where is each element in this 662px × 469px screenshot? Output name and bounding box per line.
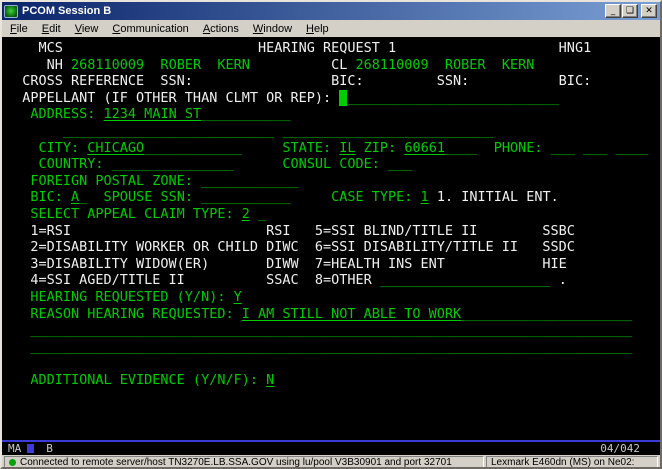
terminal-text: SELECT APPEAL CLAIM TYPE: — [6, 206, 242, 222]
terminal-text: ADDITIONAL EVIDENCE (Y/N/F): — [6, 372, 266, 388]
terminal-row: BIC: A_ SPOUSE SSN: ___________ CASE TYP… — [6, 189, 660, 206]
menu-item-view[interactable]: View — [68, 21, 106, 37]
terminal-text: A — [71, 189, 79, 205]
terminal-text: ZIP: — [356, 140, 405, 156]
terminal-text: _ SPOUSE SSN: ___________ CASE TYPE: — [79, 189, 420, 205]
menu-item-actions[interactable]: Actions — [196, 21, 246, 37]
terminal-text: MCS HEARING REQUEST 1 HNG1 — [6, 40, 591, 56]
terminal-text: 1234 MAIN ST — [104, 106, 202, 122]
connection-status-text: Connected to remote server/host TN3270E.… — [20, 457, 452, 468]
terminal-text: 1=RSI RSI 5=SSI BLIND/TITLE II SSBC — [6, 223, 575, 239]
menu-item-help[interactable]: Help — [299, 21, 336, 37]
terminal-row — [6, 405, 660, 422]
connection-status-panel: Connected to remote server/host TN3270E.… — [4, 456, 484, 469]
oia-session: B — [46, 442, 53, 455]
terminal-row: CITY: CHICAGO____________ STATE: IL ZIP:… — [6, 140, 660, 157]
menu-item-communication[interactable]: Communication — [105, 21, 195, 37]
terminal-row: REASON HEARING REQUESTED: I AM STILL NOT… — [6, 306, 660, 323]
app-icon — [4, 5, 18, 18]
terminal-text: I AM STILL NOT ABLE TO WORK — [242, 306, 461, 322]
terminal-text: _ — [250, 206, 266, 222]
terminal-screen[interactable]: MCS HEARING REQUEST 1 HNG1 NH 268110009 … — [2, 37, 660, 440]
terminal-text: ADDRESS: — [6, 106, 104, 122]
terminal-row: APPELLANT (IF OTHER THAN CLMT OR REP): _… — [6, 90, 660, 107]
menu-item-edit[interactable]: Edit — [35, 21, 68, 37]
terminal-text: 4=SSI AGED/TITLE II SSAC 8=OTHER — [6, 272, 380, 288]
status-bar: Connected to remote server/host TN3270E.… — [2, 455, 660, 469]
connected-icon — [9, 459, 16, 466]
terminal-row: ADDITIONAL EVIDENCE (Y/N/F): N — [6, 372, 660, 389]
terminal-text: CITY: — [6, 140, 87, 156]
terminal-text: HEARING REQUESTED (Y/N): — [6, 289, 234, 305]
terminal-text: _____________________ — [380, 272, 551, 288]
terminal-row — [6, 388, 660, 405]
terminal-text: ____________ STATE: — [144, 140, 339, 156]
terminal-row: 3=DISABILITY WIDOW(ER) DIWW 7=HEALTH INS… — [6, 256, 660, 273]
terminal-text: ________________________________________… — [6, 322, 632, 338]
oia-bar: MA B 04/042 — [2, 440, 660, 455]
terminal-text: APPELLANT (IF OTHER THAN CLMT OR REP): — [6, 90, 339, 106]
terminal-row: ________________________________________… — [6, 339, 660, 356]
terminal-text: 268110009 ROBER KERN — [356, 57, 535, 73]
maximize-button[interactable]: ❏ — [622, 4, 638, 18]
menu-item-file[interactable]: File — [3, 21, 35, 37]
terminal-row: FOREIGN POSTAL ZONE: ____________ — [6, 173, 660, 190]
terminal-row: ________________________________________… — [6, 322, 660, 339]
terminal-text: 1. INITIAL ENT. — [429, 189, 559, 205]
terminal-text: N — [266, 372, 274, 388]
oia-cursor-position: 04/042 — [600, 442, 640, 455]
terminal-row: 1=RSI RSI 5=SSI BLIND/TITLE II SSBC — [6, 223, 660, 240]
terminal-text: 1 — [421, 189, 429, 205]
terminal-row — [6, 422, 660, 439]
terminal-text: 60661 — [404, 140, 445, 156]
terminal-text: CL — [250, 57, 356, 73]
terminal-row — [6, 355, 660, 372]
menu-bar: FileEditViewCommunicationActionsWindowHe… — [2, 20, 660, 37]
minimize-button[interactable]: _ — [605, 4, 621, 18]
terminal-row: __________________________ _____________… — [6, 123, 660, 140]
terminal-row: ADDRESS: 1234 MAIN ST___________ — [6, 106, 660, 123]
terminal-text: CROSS REFERENCE SSN: BIC: SSN: BIC: — [6, 73, 591, 89]
terminal-row: 4=SSI AGED/TITLE II SSAC 8=OTHER _______… — [6, 272, 660, 289]
terminal-row: NH 268110009 ROBER KERN CL 268110009 ROB… — [6, 57, 660, 74]
window-controls: _ ❏ ✕ — [605, 4, 658, 18]
oia-indicator-icon — [27, 444, 34, 453]
terminal-text: COUNTRY: _______________ CONSUL CODE: __… — [6, 156, 412, 172]
terminal-text: ___________ — [201, 106, 290, 122]
terminal-text: . — [551, 272, 567, 288]
terminal-text: NH — [6, 57, 71, 73]
terminal-text: ________________________________________… — [6, 339, 632, 355]
terminal-row: SELECT APPEAL CLAIM TYPE: 2 _ — [6, 206, 660, 223]
terminal-text: 3=DISABILITY WIDOW(ER) DIWW 7=HEALTH INS… — [6, 256, 567, 272]
menu-item-window[interactable]: Window — [246, 21, 299, 37]
terminal-text: 2=DISABILITY WORKER OR CHILD DIWC 6=SSI … — [6, 239, 575, 255]
terminal-text: BIC: — [6, 189, 71, 205]
title-bar: PCOM Session B _ ❏ ✕ — [2, 2, 660, 20]
terminal-text: _____________________ — [461, 306, 632, 322]
terminal-text: 268110009 ROBER KERN — [71, 57, 250, 73]
terminal-text: ____ PHONE: ___ ___ ____ — [445, 140, 648, 156]
terminal-row: COUNTRY: _______________ CONSUL CODE: __… — [6, 156, 660, 173]
terminal-row: HEARING REQUESTED (Y/N): Y — [6, 289, 660, 306]
terminal-text: 2 — [242, 206, 250, 222]
terminal-row: CROSS REFERENCE SSN: BIC: SSN: BIC: — [6, 73, 660, 90]
terminal-text: FOREIGN POSTAL ZONE: ____________ — [6, 173, 299, 189]
terminal-text: __________________________ — [347, 90, 558, 106]
terminal-text: CHICAGO — [87, 140, 144, 156]
terminal-text: Y — [234, 289, 242, 305]
pcom-window: PCOM Session B _ ❏ ✕ FileEditViewCommuni… — [0, 0, 662, 469]
printer-status-text: Lexmark E460dn (MS) on Ne02: — [486, 456, 658, 469]
terminal-text: __________________________ _____________… — [6, 123, 494, 139]
close-button[interactable]: ✕ — [641, 4, 657, 18]
window-title: PCOM Session B — [22, 5, 601, 17]
terminal-row: 2=DISABILITY WORKER OR CHILD DIWC 6=SSI … — [6, 239, 660, 256]
terminal-text: REASON HEARING REQUESTED: — [6, 306, 242, 322]
oia-status: MA — [8, 442, 21, 455]
terminal-text: IL — [339, 140, 355, 156]
terminal-row: MCS HEARING REQUEST 1 HNG1 — [6, 40, 660, 57]
